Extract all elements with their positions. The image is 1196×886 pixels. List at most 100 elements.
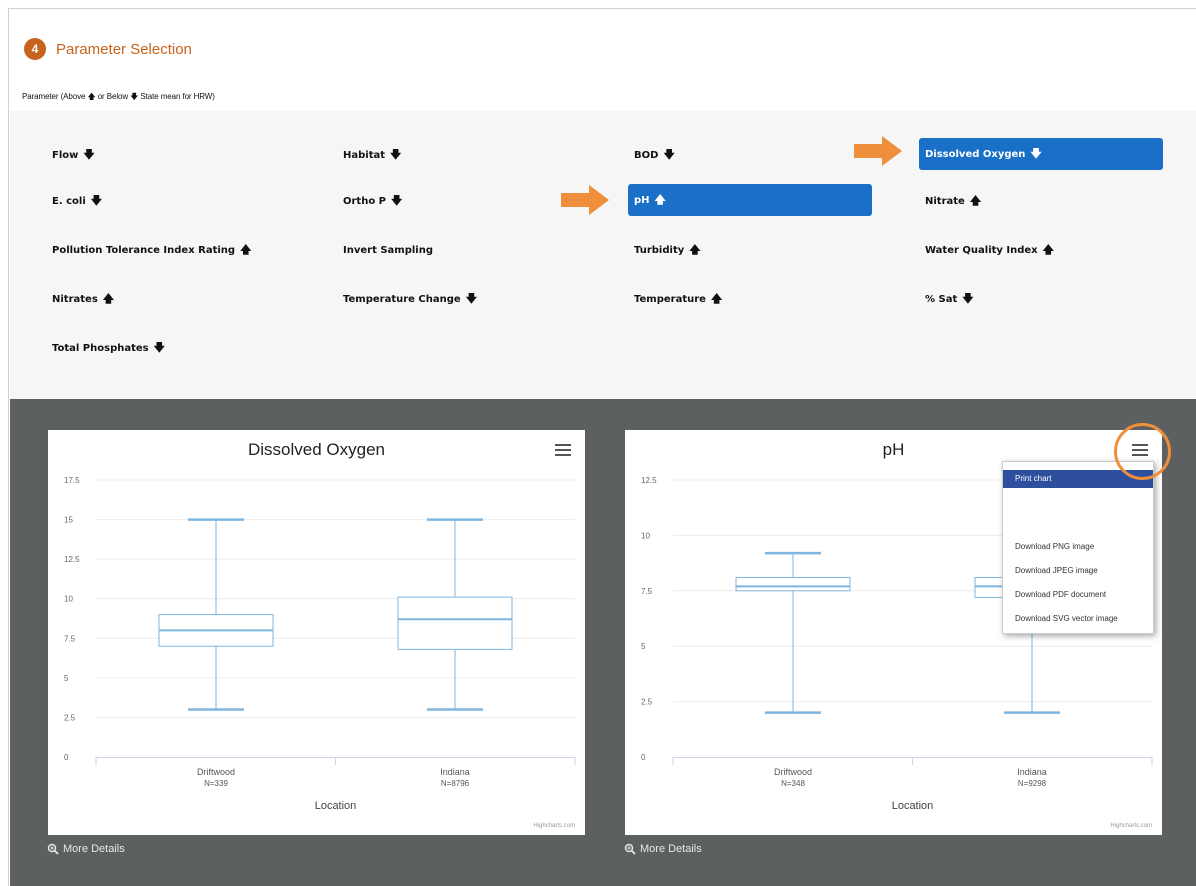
parameter-label: Ortho P bbox=[343, 195, 387, 207]
parameter-option[interactable]: Total Phosphates 🡇 bbox=[52, 333, 165, 363]
orange-callout-arrow-icon bbox=[854, 136, 902, 166]
box-plot-driftwood[interactable] bbox=[735, 551, 851, 714]
up-arrow-icon: 🡅 bbox=[102, 291, 115, 305]
step-title: Parameter Selection bbox=[56, 40, 192, 58]
y-tick-label: 2.5 bbox=[641, 698, 653, 707]
parameter-label: Nitrate bbox=[925, 195, 965, 207]
y-tick-label: 10 bbox=[641, 531, 650, 540]
x-category-count: N=8796 bbox=[441, 779, 470, 788]
parameter-label: BOD bbox=[634, 149, 659, 161]
chart-menu-icon[interactable] bbox=[555, 444, 571, 456]
y-tick-label: 5 bbox=[64, 674, 69, 683]
parameter-option[interactable]: E. coli 🡇 bbox=[52, 186, 102, 216]
parameter-option[interactable]: Nitrates 🡅 bbox=[52, 284, 114, 314]
parameter-option[interactable]: Flow 🡇 bbox=[52, 140, 95, 170]
chart-title: pH bbox=[882, 440, 905, 459]
y-tick-label: 12.5 bbox=[64, 555, 80, 564]
y-tick-label: 2.5 bbox=[64, 713, 76, 722]
x-axis-title: Location bbox=[315, 800, 357, 812]
orange-callout-arrow-icon bbox=[561, 185, 609, 215]
x-category-label: Indiana bbox=[440, 767, 470, 777]
parameter-option[interactable]: Nitrate 🡅 bbox=[925, 186, 981, 216]
parameter-label: Habitat bbox=[343, 149, 386, 161]
parameter-option[interactable]: Ortho P 🡇 bbox=[343, 186, 402, 216]
more-details-link[interactable]: More Details bbox=[47, 843, 125, 855]
x-category-label: Indiana bbox=[1017, 767, 1047, 777]
parameter-option[interactable]: Water Quality Index 🡅 bbox=[925, 235, 1054, 265]
down-arrow-icon: 🡇 bbox=[1030, 146, 1042, 160]
parameter-option[interactable]: Turbidity 🡅 bbox=[634, 235, 701, 265]
y-tick-label: 7.5 bbox=[64, 634, 76, 643]
down-arrow-icon: 🡇 bbox=[465, 291, 477, 305]
more-details-link[interactable]: More Details bbox=[624, 843, 702, 855]
chart-title: Dissolved Oxygen bbox=[247, 440, 385, 459]
up-arrow-icon: 🡅 bbox=[969, 193, 982, 207]
zoom-in-icon bbox=[47, 843, 59, 855]
x-axis-title: Location bbox=[892, 800, 934, 812]
down-arrow-icon: 🡇 bbox=[130, 92, 139, 101]
parameter-option[interactable]: Invert Sampling bbox=[343, 235, 433, 265]
parameter-option[interactable]: % Sat 🡇 bbox=[925, 284, 974, 314]
download-svg-menu-item[interactable]: Download SVG vector image bbox=[1003, 610, 1153, 628]
parameter-option[interactable]: Temperature 🡅 bbox=[634, 284, 722, 314]
down-arrow-icon: 🡇 bbox=[663, 147, 675, 161]
download-png-menu-item[interactable]: Download PNG image bbox=[1003, 538, 1153, 556]
parameter-caption: Parameter (Above 🡅 or Below 🡇 State mean… bbox=[22, 91, 215, 105]
download-jpeg-menu-item[interactable]: Download JPEG image bbox=[1003, 562, 1153, 580]
caption-middle: or Below bbox=[97, 92, 129, 101]
parameter-option[interactable]: Temperature Change 🡇 bbox=[343, 284, 477, 314]
dissolved-oxygen-chart: 0 2.5 5 7.5 10 12.5 15 17.5 Driftwood N=339 Indian… bbox=[48, 430, 585, 835]
x-category-count: N=339 bbox=[204, 779, 228, 788]
x-category-label: Driftwood bbox=[774, 767, 812, 777]
parameter-option[interactable]: Pollution Tolerance Index Rating 🡅 bbox=[52, 235, 251, 265]
y-tick-label: 0 bbox=[64, 753, 69, 762]
caption-prefix: Parameter (Above bbox=[22, 92, 86, 101]
parameter-option[interactable]: pH 🡅 bbox=[628, 184, 872, 216]
parameter-label: Dissolved Oxygen bbox=[925, 148, 1026, 160]
x-category-label: Driftwood bbox=[197, 767, 235, 777]
parameter-label: Turbidity bbox=[634, 244, 685, 256]
y-tick-label: 5 bbox=[641, 642, 646, 651]
x-category-count: N=9298 bbox=[1018, 779, 1047, 788]
chart-credits[interactable]: Highcharts.com bbox=[1110, 823, 1152, 829]
chart-export-menu: Print chart Download PNG image Download … bbox=[1002, 461, 1154, 634]
parameter-option[interactable]: Habitat 🡇 bbox=[343, 140, 401, 170]
step-header: 4 Parameter Selection bbox=[24, 38, 192, 60]
chart-credits[interactable]: Highcharts.com bbox=[533, 823, 575, 829]
caption-suffix: State mean for HRW) bbox=[140, 92, 215, 101]
y-tick-label: 17.5 bbox=[64, 476, 80, 485]
parameter-label: Temperature bbox=[634, 293, 706, 305]
zoom-in-icon bbox=[624, 843, 636, 855]
y-tick-label: 15 bbox=[64, 516, 73, 525]
parameter-label: % Sat bbox=[925, 293, 958, 305]
chart-svg: 0 2.5 5 7.5 10 12.5 15 17.5 Driftwood N=339 Indian… bbox=[64, 476, 576, 812]
parameter-label: Total Phosphates bbox=[52, 342, 149, 354]
down-arrow-icon: 🡇 bbox=[962, 291, 974, 305]
step-number-badge: 4 bbox=[24, 38, 46, 60]
y-tick-label: 12.5 bbox=[641, 476, 657, 485]
highlight-circle bbox=[1114, 423, 1171, 480]
y-tick-label: 0 bbox=[641, 753, 646, 762]
parameter-label: Pollution Tolerance Index Rating bbox=[52, 244, 236, 256]
box-plot-indiana[interactable] bbox=[397, 518, 513, 711]
y-tick-label: 10 bbox=[64, 595, 73, 604]
down-arrow-icon: 🡇 bbox=[153, 340, 165, 354]
y-tick-label: 7.5 bbox=[641, 587, 653, 596]
box-iqr bbox=[397, 596, 513, 650]
up-arrow-icon: 🡅 bbox=[240, 242, 252, 256]
box-plot-driftwood[interactable] bbox=[158, 518, 274, 711]
download-pdf-menu-item[interactable]: Download PDF document bbox=[1003, 586, 1153, 604]
parameter-option[interactable]: Dissolved Oxygen 🡇 bbox=[919, 138, 1163, 170]
box-iqr bbox=[735, 577, 851, 592]
down-arrow-icon: 🡇 bbox=[390, 147, 402, 161]
parameter-label: Temperature Change bbox=[343, 293, 461, 305]
up-arrow-icon: 🡅 bbox=[1042, 242, 1054, 256]
parameter-label: Water Quality Index bbox=[925, 244, 1038, 256]
parameter-label: pH bbox=[634, 194, 650, 206]
parameter-option[interactable]: BOD 🡇 bbox=[634, 140, 675, 170]
down-arrow-icon: 🡇 bbox=[90, 193, 103, 207]
x-category-count: N=348 bbox=[781, 779, 805, 788]
down-arrow-icon: 🡇 bbox=[391, 193, 403, 207]
parameter-label: Flow bbox=[52, 149, 79, 161]
up-arrow-icon: 🡅 bbox=[710, 291, 723, 305]
